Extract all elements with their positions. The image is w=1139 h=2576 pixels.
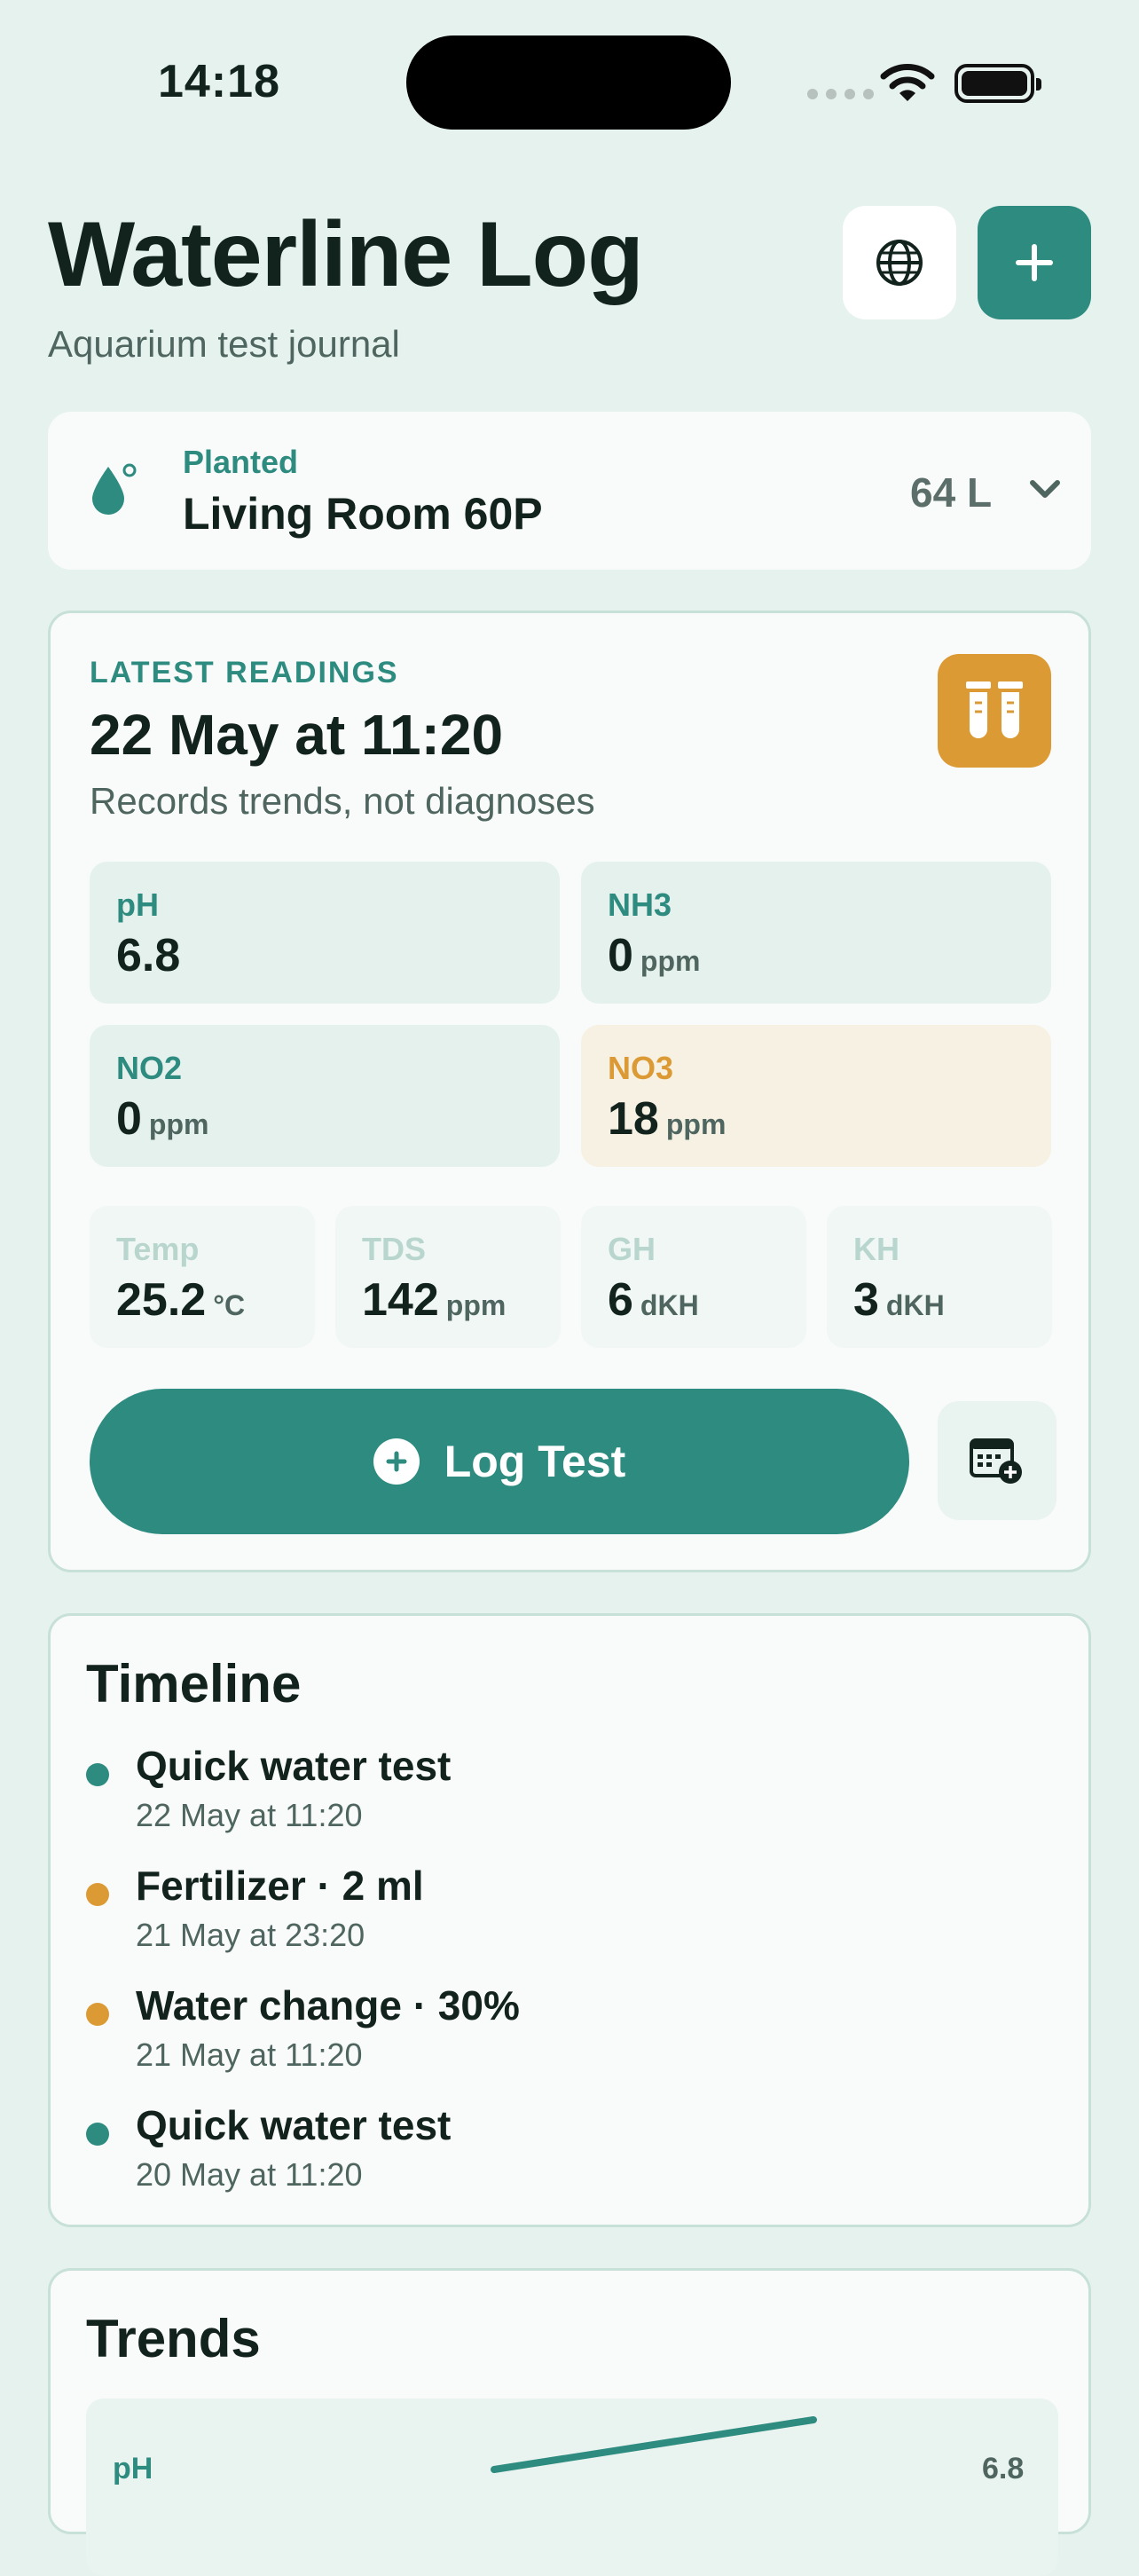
tank-type: Planted (183, 444, 299, 480)
globe-icon (876, 240, 923, 286)
reading-value: 3 dKH (853, 1274, 945, 1326)
timeline-item[interactable]: Fertilizer · 2 ml 21 May at 23:20 (86, 1862, 1044, 1959)
reading-value: 0 ppm (608, 930, 701, 981)
reading-value: 18 ppm (608, 1093, 727, 1145)
reading-tile-ph: pH 6.8 (90, 862, 560, 1004)
trend-series-label: pH (113, 2452, 153, 2485)
ph-trend-chart[interactable]: pH 6.8 (86, 2399, 1058, 2576)
status-bar: 14:18 (0, 0, 1139, 169)
status-time: 14:18 (158, 56, 280, 107)
timeline-item-time: 22 May at 11:20 (136, 1797, 363, 1833)
reading-value: 0 ppm (116, 1093, 209, 1145)
page-subtitle: Aquarium test journal (48, 323, 400, 365)
latest-readings-card: LATEST READINGS 22 May at 11:20 Records … (48, 611, 1091, 1572)
latest-readings-label: LATEST READINGS (90, 656, 399, 689)
reading-name: KH (853, 1231, 899, 1267)
plus-icon (1016, 244, 1053, 281)
reading-name: GH (608, 1231, 656, 1267)
tank-selector[interactable]: Planted Living Room 60P 64 L (48, 412, 1091, 570)
trend-latest-value: 6.8 (982, 2452, 1025, 2485)
reading-name: Temp (116, 1231, 200, 1267)
timeline-item[interactable]: Quick water test 22 May at 11:20 (86, 1742, 1044, 1839)
reading-tile-temp: Temp 25.2 °C (90, 1206, 315, 1348)
reading-name: pH (116, 886, 159, 923)
wifi-icon (880, 64, 935, 101)
reading-name: NO2 (116, 1050, 183, 1086)
reading-value: 6.8 (116, 930, 181, 981)
trends-title: Trends (86, 2309, 261, 2368)
plus-circle-icon (373, 1438, 420, 1485)
tank-name: Living Room 60P (183, 489, 543, 539)
timeline-title: Timeline (86, 1654, 302, 1713)
reading-name: NH3 (608, 886, 672, 923)
reading-tile-nh3: NH3 0 ppm (581, 862, 1051, 1004)
calendar-add-icon (970, 1438, 1022, 1484)
trends-card: Trends pH 6.8 (48, 2268, 1091, 2576)
chevron-down-icon (1030, 480, 1060, 498)
timeline-item-title: Quick water test (136, 2102, 452, 2148)
reading-tile-tds: TDS 142 ppm (335, 1206, 561, 1348)
water-drop-icon (92, 463, 137, 515)
latest-readings-note: Records trends, not diagnoses (90, 780, 595, 822)
trend-line (491, 2416, 817, 2473)
schedule-test-button[interactable] (938, 1401, 1057, 1520)
reading-name: NO3 (608, 1050, 674, 1086)
reading-value: 6 dKH (608, 1274, 699, 1326)
timeline-item-time: 20 May at 11:20 (136, 2156, 363, 2193)
timeline-item[interactable]: Quick water test 20 May at 11:20 (86, 2101, 1044, 2199)
timeline-item-time: 21 May at 11:20 (136, 2036, 363, 2073)
timeline-dot-icon (86, 1763, 109, 1786)
test-kit-badge (938, 654, 1051, 768)
timeline-item[interactable]: Water change · 30% 21 May at 11:20 (86, 1981, 1044, 2079)
log-test-button[interactable]: Log Test (90, 1389, 909, 1534)
test-tubes-icon (966, 681, 1023, 738)
tank-volume: 64 L (910, 469, 993, 516)
reading-value: 25.2 °C (116, 1274, 246, 1326)
battery-icon (954, 64, 1041, 103)
reading-name: TDS (362, 1231, 426, 1267)
reading-tile-kh: KH 3 dKH (827, 1206, 1052, 1348)
timeline-dot-icon (86, 2123, 109, 2146)
reading-value: 142 ppm (362, 1274, 507, 1326)
page-title: Waterline Log (48, 203, 644, 306)
timeline-item-title: Fertilizer · 2 ml (136, 1863, 424, 1909)
timeline-dot-icon (86, 2003, 109, 2026)
reading-tile-no3: NO3 18 ppm (581, 1025, 1051, 1167)
timeline-item-title: Quick water test (136, 1743, 452, 1789)
timeline-dot-icon (86, 1883, 109, 1906)
timeline-card: Timeline Quick water test 22 May at 11:20… (48, 1613, 1091, 2227)
cellular-signal-icon (807, 89, 874, 99)
add-entry-button[interactable] (978, 206, 1091, 319)
reading-tile-gh: GH 6 dKH (581, 1206, 806, 1348)
timeline-item-time: 21 May at 23:20 (136, 1917, 365, 1953)
latest-readings-date: 22 May at 11:20 (90, 703, 504, 767)
timeline-item-title: Water change · 30% (136, 1982, 520, 2029)
reading-tile-no2: NO2 0 ppm (90, 1025, 560, 1167)
dynamic-island (406, 35, 731, 130)
log-test-label: Log Test (444, 1437, 626, 1486)
language-button[interactable] (843, 206, 956, 319)
